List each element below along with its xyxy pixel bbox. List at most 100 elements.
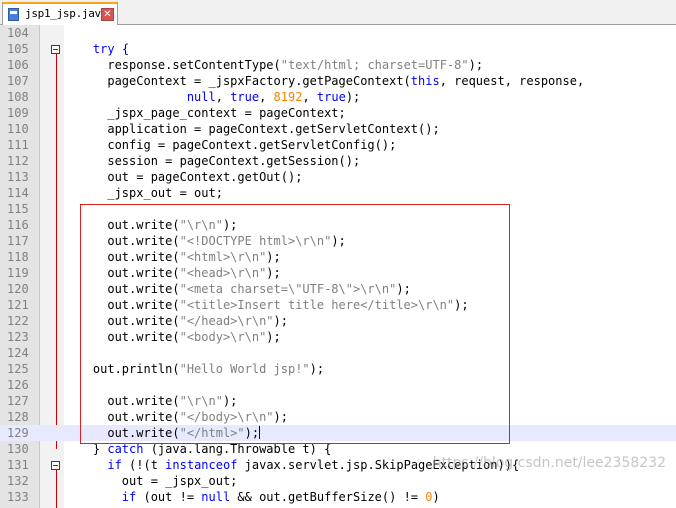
code-token: );: [266, 250, 281, 264]
code-line[interactable]: 120 out.write("<meta charset=\"UTF-8\">\…: [0, 281, 676, 297]
line-number: 132: [7, 474, 29, 488]
line-number: 118: [7, 250, 29, 264]
code-line[interactable]: 132 out = _jspx_out;: [0, 473, 676, 489]
line-number: 129: [7, 426, 29, 440]
code-token: out.write(: [64, 314, 180, 328]
code-token: );: [273, 314, 288, 328]
code-token: _jspx_page_context = pageContext;: [64, 106, 346, 120]
code-token: config = pageContext.getServletConfig();: [64, 138, 397, 152]
code-line[interactable]: 109 _jspx_page_context = pageContext;: [0, 105, 676, 121]
code-line[interactable]: 127 out.write("\r\n");: [0, 393, 676, 409]
code-text: out.write("<meta charset=\"UTF-8\">\r\n"…: [64, 281, 410, 297]
code-token: );: [244, 426, 260, 440]
code-text: out.write("<html>\r\n");: [64, 249, 281, 265]
code-line[interactable]: 108 null, true, 8192, true);: [0, 89, 676, 105]
code-token: ,: [302, 90, 317, 104]
code-text: _jspx_out = out;: [64, 185, 223, 201]
code-line[interactable]: 119 out.write("<head>\r\n");: [0, 265, 676, 281]
code-token: "<body>\r\n": [179, 330, 267, 344]
code-line[interactable]: 115: [0, 201, 676, 217]
code-line[interactable]: 133 if (out != null && out.getBufferSize…: [0, 489, 676, 505]
code-token: out.write(: [64, 218, 180, 232]
code-token: );: [331, 234, 346, 248]
code-line[interactable]: 122 out.write("</head>\r\n");: [0, 313, 676, 329]
code-token: {: [114, 42, 130, 56]
code-token: "<meta charset=\"UTF-8\">\r\n": [179, 282, 397, 296]
code-token: ,: [215, 90, 231, 104]
code-line[interactable]: 118 out.write("<html>\r\n");: [0, 249, 676, 265]
code-token: "Hello World jsp!": [179, 362, 310, 376]
code-line[interactable]: 117 out.write("<!DOCTYPE html>\r\n");: [0, 233, 676, 249]
code-line[interactable]: 116 out.write("\r\n");: [0, 217, 676, 233]
code-token: );: [266, 330, 281, 344]
code-token: "</body>\r\n": [179, 410, 274, 424]
code-token: 8192: [273, 90, 303, 104]
code-token: "\r\n": [179, 394, 223, 408]
code-token: true: [230, 90, 260, 104]
code-line[interactable]: 126: [0, 377, 676, 393]
line-number: 127: [7, 394, 29, 408]
fold-collapse-icon[interactable]: [51, 461, 60, 470]
code-line[interactable]: 113 out = pageContext.getOut();: [0, 169, 676, 185]
fold-collapse-icon[interactable]: [51, 45, 60, 54]
line-number: 113: [7, 170, 29, 184]
code-line[interactable]: 128 out.write("</body>\r\n");: [0, 409, 676, 425]
code-line[interactable]: 104: [0, 25, 676, 41]
line-number: 120: [7, 282, 29, 296]
line-number: 126: [7, 378, 29, 392]
line-number: 104: [7, 26, 29, 40]
code-text: out.write("\r\n");: [64, 393, 237, 409]
code-token: pageContext = _jspxFactory.getPageContex…: [64, 74, 411, 88]
line-number: 111: [7, 138, 29, 152]
code-token: out.write(: [64, 298, 180, 312]
code-token: out.write(: [64, 426, 180, 440]
code-line[interactable]: 123 out.write("<body>\r\n");: [0, 329, 676, 345]
line-number: 107: [7, 74, 29, 88]
code-token: );: [266, 266, 281, 280]
line-number: 122: [7, 314, 29, 328]
tab-bar: jsp1_jsp.java ✕: [0, 0, 676, 25]
code-token: out.println(: [64, 362, 180, 376]
code-token: );: [309, 362, 325, 376]
code-text: out.write("<title>Insert title here</tit…: [64, 297, 468, 313]
code-text: if (out != null && out.getBufferSize() !…: [64, 489, 440, 505]
code-token: (!(t: [121, 458, 166, 472]
tab-jsp1-java[interactable]: jsp1_jsp.java ✕: [2, 2, 118, 25]
line-number: 105: [7, 42, 29, 56]
code-token: out = _jspx_out;: [64, 474, 238, 488]
code-line[interactable]: 111 config = pageContext.getServletConfi…: [0, 137, 676, 153]
code-line[interactable]: 121 out.write("<title>Insert title here<…: [0, 297, 676, 313]
code-token: "<html>\r\n": [179, 250, 267, 264]
line-number: 112: [7, 154, 29, 168]
code-text: out = _jspx_out;: [64, 473, 238, 489]
text-caret: [259, 426, 261, 439]
code-token: response.setContentType(: [64, 58, 281, 72]
code-text: out.write("<body>\r\n");: [64, 329, 281, 345]
code-token: instanceof: [165, 458, 238, 472]
code-token: }: [64, 442, 108, 456]
code-token: out.write(: [64, 394, 180, 408]
code-token: 0: [425, 490, 433, 504]
line-number: 106: [7, 58, 29, 72]
code-line[interactable]: 114 _jspx_out = out;: [0, 185, 676, 201]
code-line[interactable]: 124: [0, 345, 676, 361]
code-token: out.write(: [64, 410, 180, 424]
code-line[interactable]: 106 response.setContentType("text/html; …: [0, 57, 676, 73]
code-editor[interactable]: 104 105 try {106 response.setContentType(…: [0, 25, 676, 508]
code-line[interactable]: 129 out.write("</html>");: [0, 425, 676, 441]
line-number: 115: [7, 202, 29, 216]
code-line[interactable]: 125 out.println("Hello World jsp!");: [0, 361, 676, 377]
code-text: out.write("</head>\r\n");: [64, 313, 288, 329]
code-text: out.write("<head>\r\n");: [64, 265, 281, 281]
code-text: out.write("</html>");: [64, 425, 261, 441]
code-token: "<title>Insert title here</title>\r\n": [179, 298, 455, 312]
code-token: ): [432, 490, 440, 504]
code-line[interactable]: 107 pageContext = _jspxFactory.getPageCo…: [0, 73, 676, 89]
code-line[interactable]: 110 application = pageContext.getServlet…: [0, 121, 676, 137]
code-line[interactable]: 112 session = pageContext.getSession();: [0, 153, 676, 169]
code-token: , request, response,: [439, 74, 585, 88]
close-icon[interactable]: ✕: [101, 8, 114, 21]
code-line[interactable]: 105 try {: [0, 41, 676, 57]
